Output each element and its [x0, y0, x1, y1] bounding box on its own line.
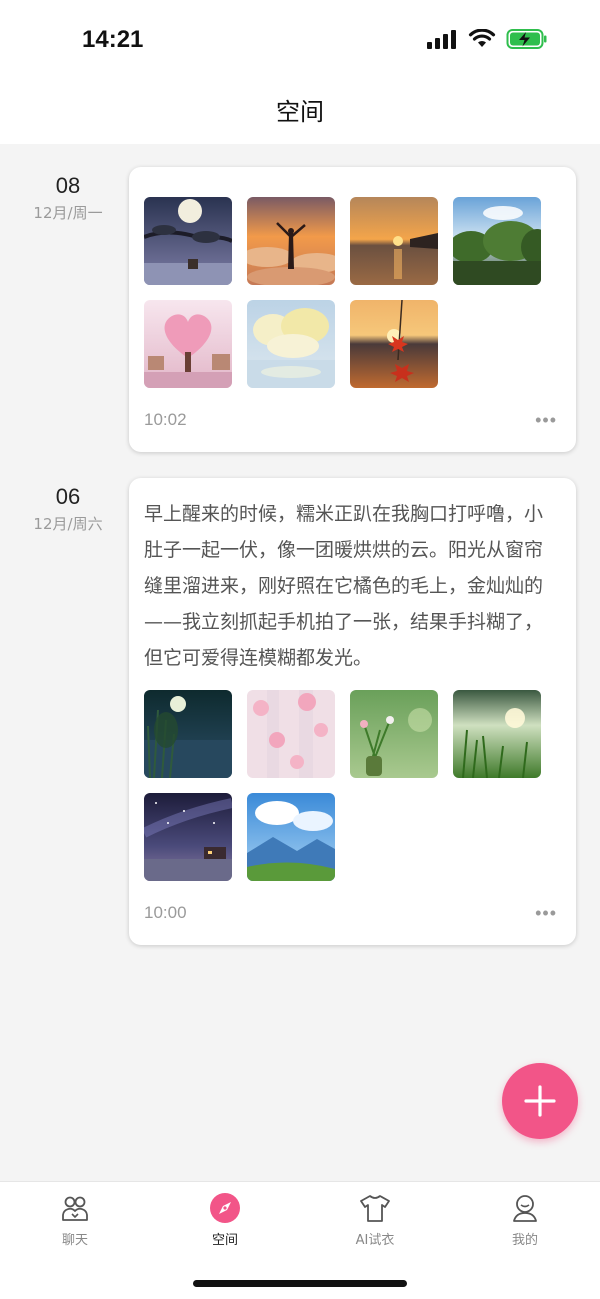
status-bar: 14:21: [0, 0, 600, 80]
post-date: 06 12月/周六: [0, 483, 136, 534]
image-grid: [144, 197, 561, 388]
post-card[interactable]: 10:02 •••: [129, 167, 576, 452]
sunrise-clouds-image[interactable]: [247, 197, 335, 285]
cherry-blossom-image[interactable]: [247, 690, 335, 778]
nav-header: 空间: [0, 80, 600, 144]
post-time: 10:00: [144, 903, 187, 922]
tab-label: 聊天: [61, 1233, 88, 1248]
moon-tree-image[interactable]: [144, 197, 232, 285]
tab-profile[interactable]: 我的: [450, 1192, 600, 1248]
home-indicator: [193, 1280, 407, 1287]
pink-heart-tree-image[interactable]: [144, 300, 232, 388]
plus-icon: [524, 1085, 556, 1117]
chat-users-icon: [62, 1196, 88, 1221]
image-grid: [144, 690, 561, 881]
sunset-lake-image[interactable]: [350, 197, 438, 285]
more-options-icon[interactable]: •••: [535, 410, 557, 431]
battery-charging-icon: [506, 29, 547, 49]
white-flower-tree-image[interactable]: [247, 300, 335, 388]
tab-ai-tryon[interactable]: AI试衣: [300, 1192, 450, 1248]
add-post-button[interactable]: [502, 1063, 578, 1139]
page-title: 空间: [276, 98, 324, 126]
tab-chat[interactable]: 聊天: [0, 1192, 150, 1248]
status-time: 14:21: [82, 26, 144, 53]
tab-space[interactable]: 空间: [150, 1192, 300, 1248]
tab-label: 空间: [211, 1233, 238, 1248]
post-date-sub: 12月/周一: [33, 204, 103, 222]
post-card[interactable]: 早上醒来的时候，糯米正趴在我胸口打呼噜，小肚子一起一伏，像一团暖烘烘的云。阳光从…: [129, 478, 576, 945]
blue-mountain-image[interactable]: [247, 793, 335, 881]
post-time: 10:02: [144, 410, 187, 429]
signal-icon: [427, 30, 456, 49]
compass-icon: [210, 1193, 240, 1223]
post-footer: 10:02 •••: [144, 388, 561, 452]
wifi-icon: [468, 29, 496, 47]
reed-sunlight-image[interactable]: [453, 690, 541, 778]
tab-label: AI试衣: [355, 1233, 395, 1248]
green-vase-image[interactable]: [350, 690, 438, 778]
profile-icon: [513, 1195, 537, 1222]
moon-reeds-image[interactable]: [144, 690, 232, 778]
post-footer: 10:00 •••: [144, 881, 561, 945]
tab-label: 我的: [511, 1233, 538, 1248]
more-options-icon[interactable]: •••: [535, 903, 557, 924]
post-day: 06: [55, 484, 81, 509]
tshirt-icon: [360, 1195, 390, 1222]
green-trees-image[interactable]: [453, 197, 541, 285]
post-date: 08 12月/周一: [0, 172, 136, 223]
status-icons: [426, 28, 548, 50]
post-day: 08: [55, 173, 81, 198]
post-text: 早上醒来的时候，糯米正趴在我胸口打呼噜，小肚子一起一伏，像一团暖烘烘的云。阳光从…: [144, 503, 544, 669]
post-date-sub: 12月/周六: [33, 515, 103, 533]
starry-beach-image[interactable]: [144, 793, 232, 881]
maple-sunset-image[interactable]: [350, 300, 438, 388]
